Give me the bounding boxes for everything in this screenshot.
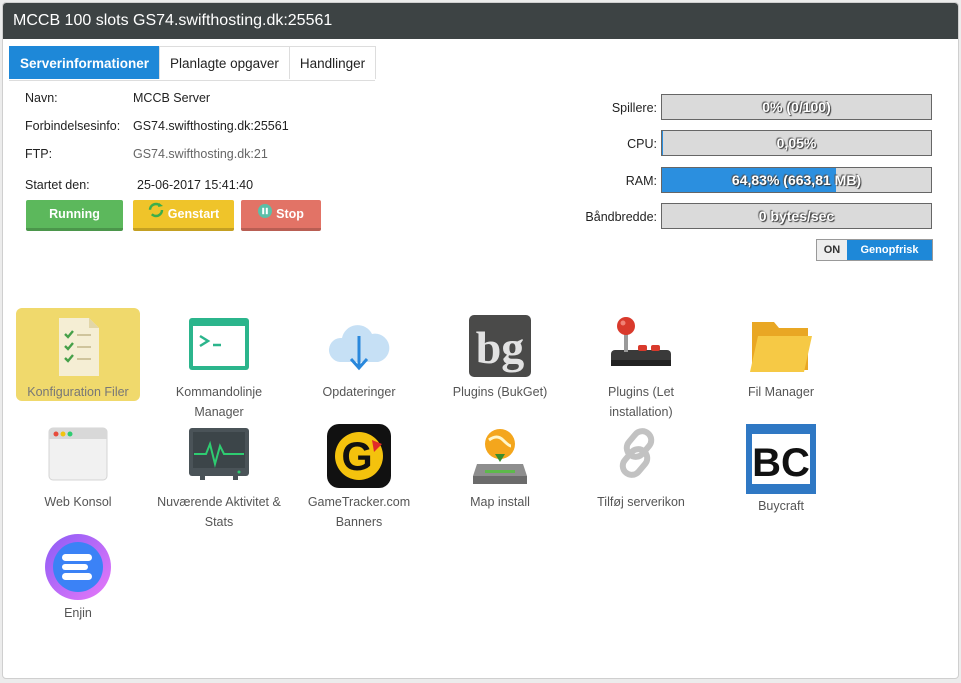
refresh-icon [148, 200, 164, 229]
tile-map-install[interactable]: Map install [438, 424, 562, 512]
map-install-icon [467, 424, 533, 490]
terminal-icon [186, 314, 252, 380]
tile-label: Plugins (Let installation) [607, 385, 674, 419]
players-bar-text: 0% (0/100) [762, 99, 831, 115]
name-label: Navn: [25, 91, 58, 105]
tile-label: Kommandolinje Manager [175, 385, 263, 419]
stop-button[interactable]: Stop [241, 200, 321, 231]
running-label: Running [49, 207, 100, 221]
tile-label: Plugins (BukGet) [452, 385, 548, 399]
svg-text:bg: bg [476, 322, 525, 373]
auto-refresh-toggle[interactable]: ON Genopfrisk [816, 239, 933, 261]
tile-plugins-bukget[interactable]: bg Plugins (BukGet) [438, 314, 562, 402]
tile-label: Enjin [64, 606, 92, 620]
cloud-download-icon [326, 314, 392, 380]
tab-serverinformationer[interactable]: Serverinformationer [9, 46, 161, 79]
tab-handlinger[interactable]: Handlinger [288, 46, 377, 79]
tile-gametracker-banners[interactable]: G GameTracker.com Banners [297, 424, 421, 532]
players-label: Spillere: [611, 101, 657, 115]
tile-buycraft[interactable]: BC Buycraft [719, 424, 843, 516]
tile-label: Opdateringer [322, 385, 396, 399]
tab-planlagte-opgaver[interactable]: Planlagte opgaver [159, 46, 290, 79]
folder-icon [748, 314, 814, 380]
conn-label: Forbindelsesinfo: [25, 119, 121, 133]
toggle-label: Genopfrisk [847, 240, 932, 260]
tile-label: Buycraft [758, 499, 804, 513]
ram-bar: 64,83% (663,81 MB) [661, 167, 932, 193]
bukget-icon: bg [467, 314, 533, 380]
bandwidth-label: Båndbredde: [585, 210, 657, 224]
config-file-icon [45, 314, 111, 380]
started-value: 25-06-2017 15:41:40 [137, 178, 254, 192]
panel-title: MCCB 100 slots GS74.swifthosting.dk:2556… [3, 3, 958, 39]
pause-icon [258, 200, 273, 229]
gametracker-icon: G [326, 424, 392, 490]
enjin-icon [44, 533, 112, 601]
toggle-state: ON [817, 240, 847, 260]
name-value: MCCB Server [133, 91, 211, 105]
tile-kommandolinje-manager[interactable]: Kommandolinje Manager [157, 314, 281, 422]
tile-web-konsol[interactable]: Web Konsol [16, 424, 140, 512]
tile-label: Konfiguration Filer [27, 385, 129, 399]
conn-value: GS74.swifthosting.dk:25561 [133, 119, 289, 133]
ftp-label: FTP: [25, 147, 53, 161]
server-panel: MCCB 100 slots GS74.swifthosting.dk:2556… [2, 2, 959, 679]
svg-text:G: G [341, 435, 372, 479]
tile-label: Map install [470, 495, 530, 509]
link-icon [608, 424, 674, 490]
svg-text:BC: BC [752, 441, 810, 485]
ftp-value[interactable]: GS74.swifthosting.dk:21 [133, 147, 268, 161]
tile-label: Fil Manager [748, 385, 814, 399]
tile-label: Tilføj serverikon [597, 495, 685, 509]
joystick-icon [608, 314, 674, 380]
cpu-bar: 0,05% [661, 130, 932, 156]
tab-bar: Serverinformationer Planlagte opgaver Ha… [9, 46, 377, 81]
tile-opdateringer[interactable]: Opdateringer [297, 314, 421, 402]
tile-label: Nuværende Aktivitet & Stats [157, 495, 281, 529]
tile-plugins-let-installation[interactable]: Plugins (Let installation) [579, 314, 703, 422]
tile-fil-manager[interactable]: Fil Manager [719, 314, 843, 402]
ram-bar-text: 64,83% (663,81 MB) [731, 172, 862, 188]
bandwidth-bar-text: 0 bytes/sec [758, 208, 835, 224]
started-label: Startet den: [25, 178, 90, 192]
tile-konfiguration-filer[interactable]: Konfiguration Filer [16, 308, 140, 401]
tile-enjin[interactable]: Enjin [16, 533, 140, 623]
tile-tilfoej-serverikon[interactable]: Tilføj serverikon [579, 424, 703, 512]
browser-window-icon [45, 424, 111, 490]
restart-label: Genstart [167, 207, 220, 221]
stop-label: Stop [276, 207, 304, 221]
cpu-label: CPU: [627, 137, 657, 151]
cpu-bar-text: 0,05% [776, 135, 817, 151]
tile-label: Web Konsol [44, 495, 112, 509]
restart-button[interactable]: Genstart [133, 200, 234, 231]
activity-monitor-icon [186, 424, 252, 490]
tile-label: GameTracker.com Banners [307, 495, 411, 529]
buycraft-icon: BC [746, 424, 816, 494]
players-bar: 0% (0/100) [661, 94, 932, 120]
tile-nuvaerende-aktivitet[interactable]: Nuværende Aktivitet & Stats [157, 424, 281, 532]
ram-label: RAM: [625, 174, 657, 188]
running-button[interactable]: Running [26, 200, 123, 231]
bandwidth-bar: 0 bytes/sec [661, 203, 932, 229]
